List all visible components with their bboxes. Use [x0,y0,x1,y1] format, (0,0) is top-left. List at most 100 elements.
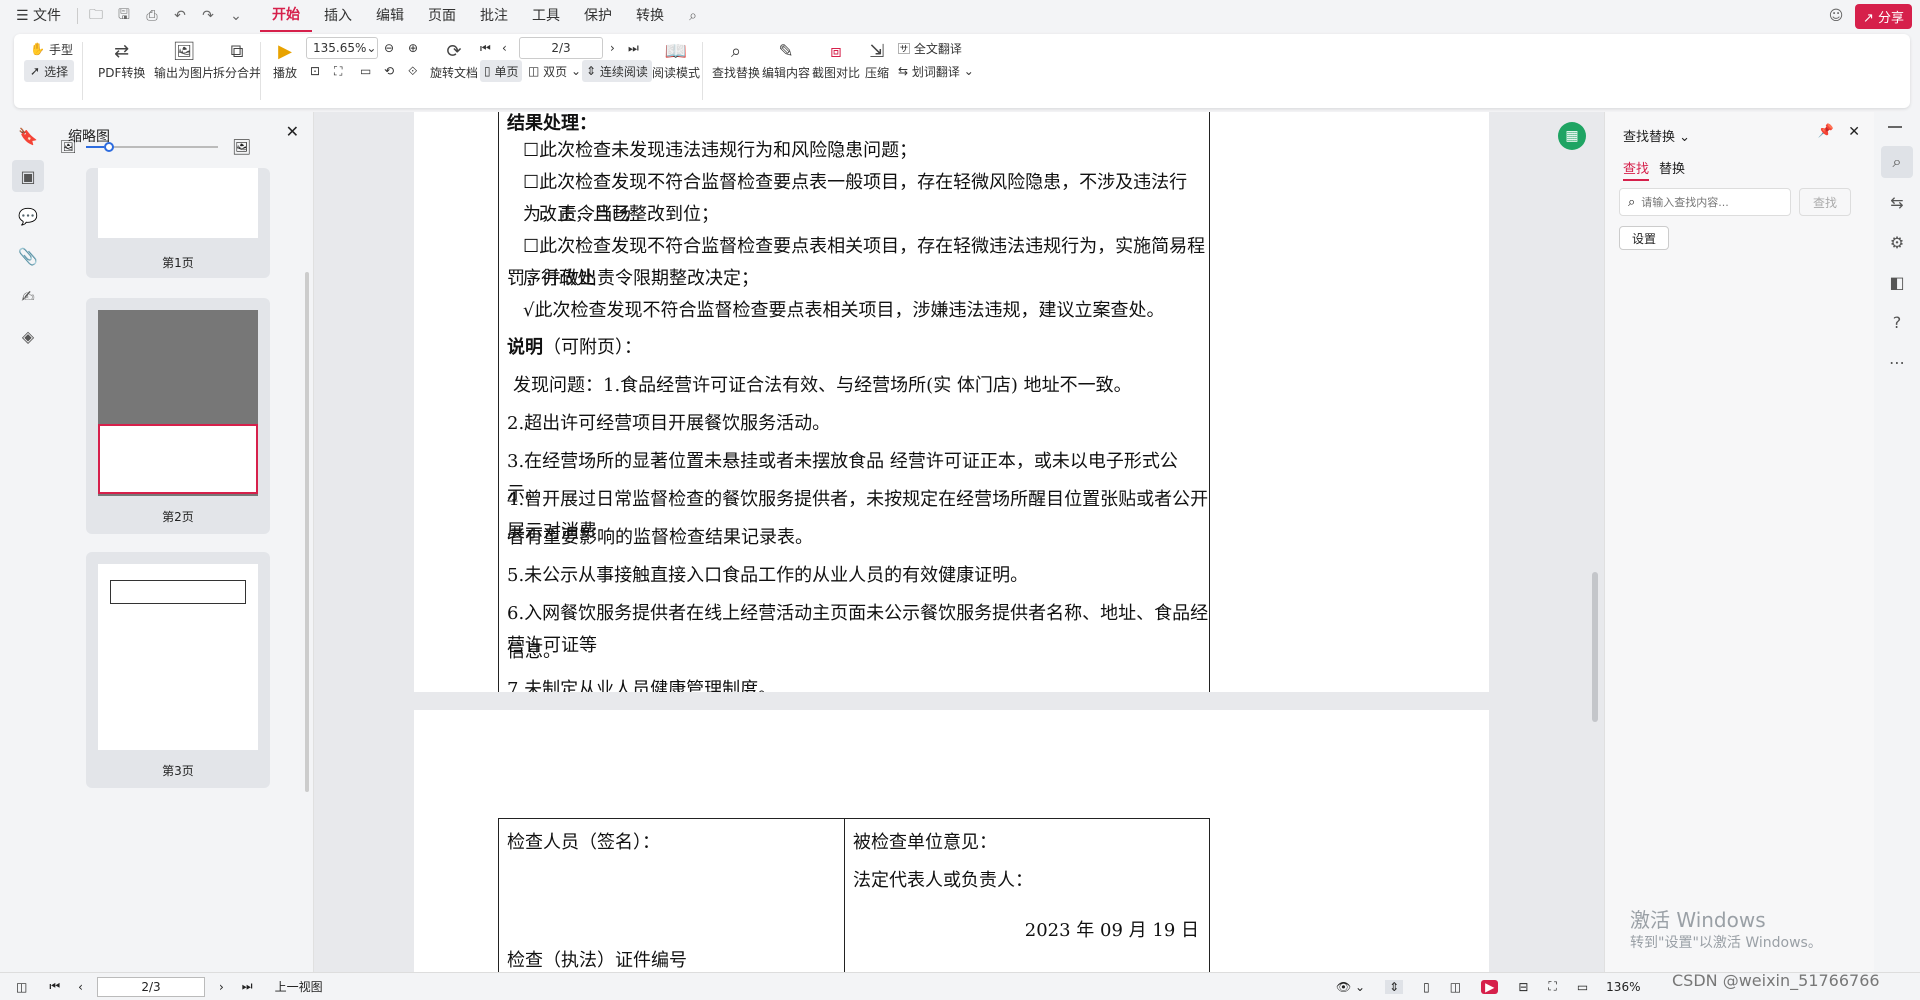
doc-scrollbar[interactable] [1592,572,1598,722]
save-icon[interactable]: 🖫 [113,5,135,27]
more-icon[interactable]: ⋯ [1881,346,1913,378]
search-icon[interactable]: ⌕ [682,5,704,27]
open-folder-icon[interactable]: 🗀 [85,5,107,27]
close-icon[interactable]: ✕ [1848,124,1860,140]
split-merge-button[interactable]: ⧉ 拆分合并 [213,38,261,81]
fit-width-icon[interactable]: ▭ [360,60,371,82]
page-input[interactable]: 2/3 [519,37,603,59]
undo-icon[interactable]: ↶ [169,5,191,27]
eye-icon[interactable]: 👁 ⌄ [1336,980,1365,994]
search-icon[interactable]: ⌕ [1881,146,1913,178]
tab-convert[interactable]: 转换 [624,0,676,32]
signature-icon[interactable]: ✍ [12,280,44,312]
play-icon[interactable]: ▶ [1481,979,1499,994]
print-icon[interactable]: ⎙ [141,5,163,27]
tab-replace[interactable]: 替换 [1659,158,1685,177]
sheet-icon[interactable]: ▦ [1558,122,1586,150]
thumb-card-page1[interactable]: 第1页 [86,168,270,278]
screen-icon[interactable]: ▭ [1577,980,1588,994]
find-input-box[interactable]: ⌕ [1619,188,1791,216]
attachment-icon[interactable]: 📎 [12,240,44,272]
compare-button[interactable]: ⧈ 截图对比 [812,38,860,81]
crop-icon[interactable]: ⟐ [408,60,417,82]
first-page-icon[interactable]: ⏮ [480,37,491,59]
status-page-input[interactable]: 2/3 [96,976,205,997]
slider-handle[interactable] [104,142,114,152]
page-value: 2/3 [551,41,571,55]
file-menu[interactable]: ☰ 文件 [0,0,73,32]
select-tool[interactable]: ➚ 选择 [24,60,75,82]
next-page-icon[interactable]: › [219,980,224,994]
double-page-button[interactable]: ◫ 双页 ⌄ [528,60,581,82]
thumb-scrollbar[interactable] [305,272,309,792]
first-page-icon[interactable]: ⏮ [49,979,60,994]
small-image-icon[interactable]: 🖼 [60,140,77,155]
continuous-view-icon[interactable]: ⇕ [1385,979,1404,994]
edit-content-button[interactable]: ✎ 编辑内容 [762,38,810,81]
prev-page-icon[interactable]: ‹ [502,37,507,59]
double-view-icon[interactable]: ◫ [1450,980,1461,994]
fit-width-icon[interactable]: ⊟ [1518,980,1528,994]
convert-icon[interactable]: ⇆ [1881,186,1913,218]
bookmark-icon[interactable]: 🔖 [12,120,44,152]
hand-tool[interactable]: ✋ 手型 [30,38,73,60]
actual-size-icon[interactable]: ⊡ [310,60,320,82]
full-translate-button[interactable]: 🈂 全文翻译 [898,37,962,59]
tab-protect[interactable]: 保护 [572,0,624,32]
rotate-icon[interactable]: ⟲ [384,60,394,82]
chat-icon[interactable]: ☺ [1825,5,1847,27]
pin-icon[interactable]: 📌 [1818,124,1834,139]
legal-rep-label: 法定代表人或负责人： [853,870,1033,891]
single-page-button[interactable]: ▯ 单页 [480,60,523,82]
comment-icon[interactable]: 💬 [12,200,44,232]
help-icon[interactable]: ? [1881,306,1913,338]
single-view-icon[interactable]: ▯ [1423,980,1430,994]
thumbnail-icon[interactable]: ▣ [12,160,44,192]
pdf-convert-button[interactable]: ⇄ PDF转换 [98,38,145,81]
tab-edit[interactable]: 编辑 [364,0,416,32]
tab-insert[interactable]: 插入 [312,0,364,32]
search-input[interactable] [1641,195,1772,209]
next-page-icon[interactable]: › [610,37,615,59]
tab-tools[interactable]: 工具 [520,0,572,32]
rotate-doc-button[interactable]: ⟳ 旋转文档 [430,38,478,81]
zoom-out-icon[interactable]: ⊖ [384,37,394,59]
minimize-icon[interactable] [1888,126,1902,128]
layers-icon[interactable]: ◈ [12,320,44,352]
find-button[interactable]: 查找 [1799,188,1851,216]
word-translate-button[interactable]: ⇆ 划词翻译 ⌄ [898,60,974,82]
last-page-icon[interactable]: ⏭ [628,37,639,59]
prev-page-icon[interactable]: ‹ [78,980,83,994]
settings-button[interactable]: 设置 [1619,226,1669,250]
zoom-select[interactable]: 135.65% ⌄ [306,37,378,59]
share-button[interactable]: ↗ 分享 [1854,4,1912,29]
continuous-read-button[interactable]: ⇕ 连续阅读 [582,60,652,82]
thumb-card-page2[interactable]: 第2页 [86,298,270,534]
last-page-icon[interactable]: ⏭ [242,979,253,994]
redo-icon[interactable]: ↷ [197,5,219,27]
tab-annotate[interactable]: 批注 [468,0,520,32]
zoom-level[interactable]: 136% [1606,980,1640,994]
chevron-down-icon[interactable]: ⌄ [225,5,247,27]
read-mode-button[interactable]: 📖 阅读模式 [652,38,700,81]
settings-sliders-icon[interactable]: ⚙ [1881,226,1913,258]
export-image-button[interactable]: 🖼 输出为图片 [154,38,214,81]
play-button[interactable]: ▶ 播放 [272,38,298,81]
compare-doc-icon[interactable]: ◧ [1881,266,1913,298]
thumb-card-page3[interactable]: 第3页 [86,552,270,788]
thumb-viewport-frame [98,424,258,494]
tab-page[interactable]: 页面 [416,0,468,32]
panel-toggle-icon[interactable]: ◫ [16,980,27,994]
find-panel-title[interactable]: 查找替换 ⌄ [1623,126,1690,145]
zoom-in-icon[interactable]: ⊕ [408,37,418,59]
fit-page-icon[interactable]: ⛶ [334,60,342,82]
find-replace-button[interactable]: ⌕ 查找替换 [712,38,760,81]
tab-find[interactable]: 查找 [1623,158,1650,181]
thumb-size-slider[interactable] [86,142,218,152]
tab-start[interactable]: 开始 [260,0,313,32]
compress-button[interactable]: ⇲ 压缩 [864,38,890,81]
close-icon[interactable]: ✕ [286,122,299,141]
prev-view-link[interactable]: 上一视图 [275,978,323,995]
large-image-icon[interactable]: 🖼 [232,138,251,156]
fit-page-icon[interactable]: ⛶ [1548,979,1556,994]
